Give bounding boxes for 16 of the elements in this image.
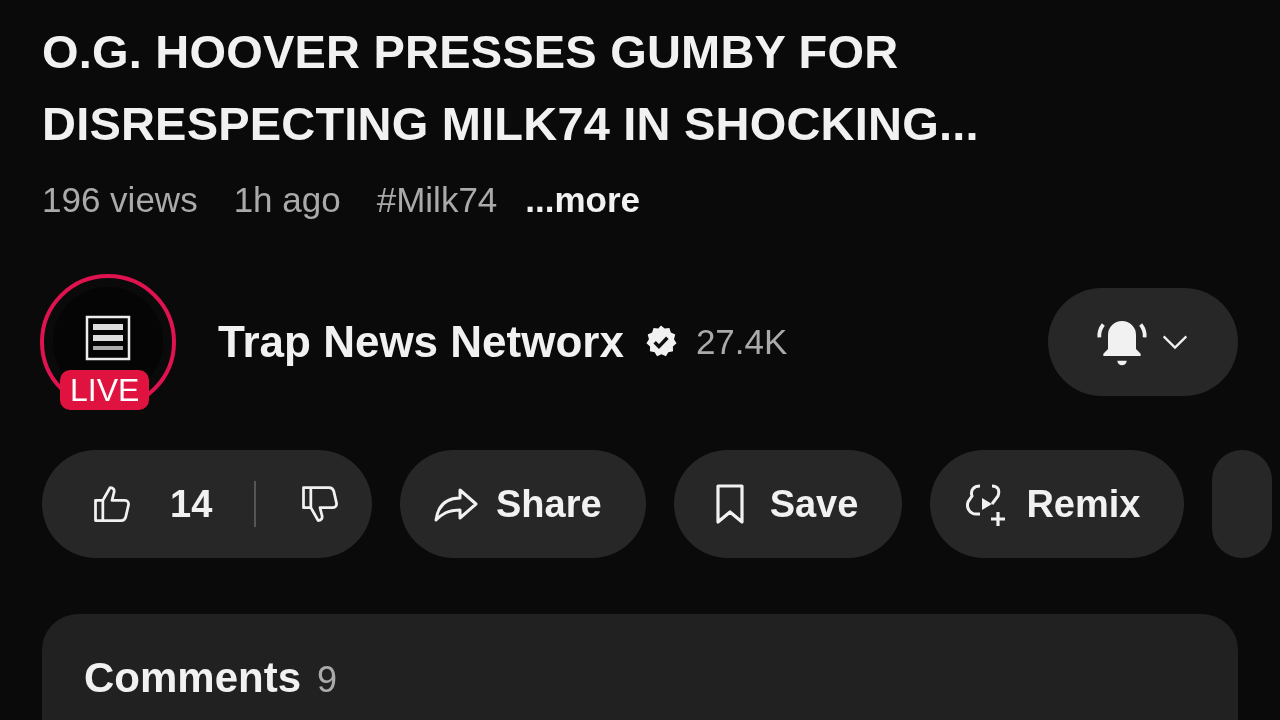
view-count: 196 views	[42, 180, 198, 220]
upload-time: 1h ago	[233, 180, 341, 220]
comments-heading: Comments	[84, 654, 302, 701]
remix-button[interactable]: Remix	[930, 450, 1185, 558]
comment-count: 9	[317, 659, 338, 700]
channel-avatar[interactable]: LIVE	[40, 274, 176, 410]
save-button[interactable]: Save	[673, 450, 903, 558]
channel-name[interactable]: Trap News Networx	[218, 317, 624, 367]
video-title: O.G. HOOVER PRESSES GUMBY FOR DISRESPECTING MILK74 IN SHOCKING...	[42, 24, 980, 152]
more-link[interactable]: ...more	[525, 180, 641, 220]
subscriber-count: 27.4K	[695, 322, 788, 362]
comments-card[interactable]: Comments 9	[42, 614, 1238, 720]
share-button[interactable]: Share	[400, 450, 646, 558]
live-badge: LIVE	[60, 370, 150, 410]
hashtag-link[interactable]: #Milk74	[376, 180, 498, 220]
like-button[interactable]: 14	[42, 450, 213, 558]
